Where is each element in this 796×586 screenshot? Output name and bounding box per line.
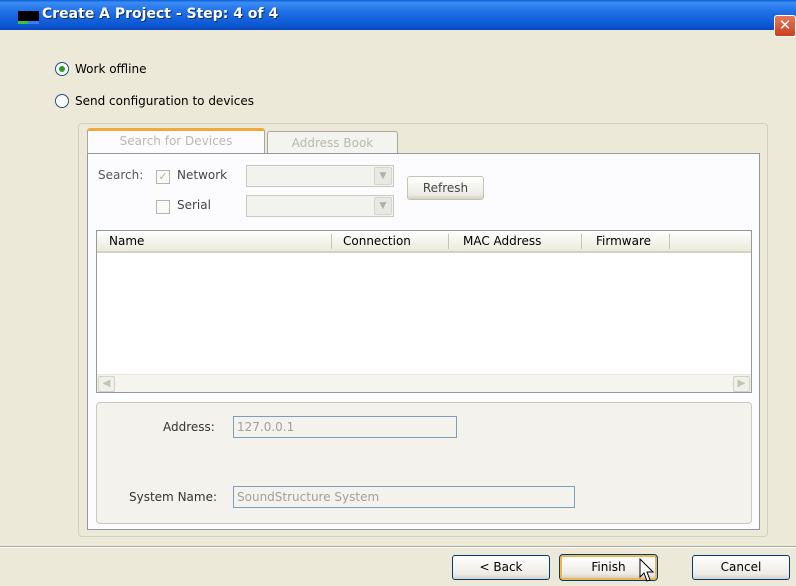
work-offline-option[interactable]: Work offline <box>55 62 146 76</box>
network-combo[interactable]: ▼ <box>246 165 394 187</box>
app-icon <box>18 11 39 24</box>
serial-combo[interactable]: ▼ <box>246 195 394 217</box>
serial-label: Serial <box>177 198 211 212</box>
horizontal-scrollbar[interactable]: ◀ ▶ <box>97 374 751 392</box>
serial-checkbox[interactable] <box>156 200 170 214</box>
network-label: Network <box>177 168 228 182</box>
column-mac-address[interactable]: MAC Address <box>463 234 541 248</box>
refresh-button[interactable]: Refresh <box>407 176 484 200</box>
tab-search-for-devices[interactable]: Search for Devices <box>87 128 265 153</box>
back-button[interactable]: < Back <box>452 555 550 580</box>
network-checkbox[interactable]: ✓ <box>156 170 170 184</box>
tab-address-book[interactable]: Address Book <box>267 131 398 153</box>
address-label: Address: <box>163 420 215 434</box>
scroll-left-icon[interactable]: ◀ <box>98 376 115 392</box>
address-field[interactable]: 127.0.0.1 <box>233 416 457 438</box>
column-name[interactable]: Name <box>109 234 144 248</box>
scroll-right-icon[interactable]: ▶ <box>733 376 750 392</box>
footer-divider <box>0 546 796 548</box>
window-title: Create A Project - Step: 4 of 4 <box>42 6 279 22</box>
chevron-down-icon: ▼ <box>374 167 392 185</box>
device-list[interactable]: Name Connection MAC Address Firmware ◀ ▶ <box>96 230 752 393</box>
close-button[interactable]: ✕ <box>774 15 796 37</box>
system-name-field[interactable]: SoundStructure System <box>233 486 575 508</box>
send-config-option[interactable]: Send configuration to devices <box>55 94 254 108</box>
column-connection[interactable]: Connection <box>343 234 411 248</box>
cancel-button[interactable]: Cancel <box>692 555 790 580</box>
radio-selected-icon[interactable] <box>55 62 69 76</box>
system-name-label: System Name: <box>129 490 218 504</box>
chevron-down-icon: ▼ <box>374 197 392 215</box>
device-list-header: Name Connection MAC Address Firmware <box>97 231 751 253</box>
work-offline-label: Work offline <box>75 62 147 76</box>
radio-unselected-icon[interactable] <box>55 94 69 108</box>
search-label: Search: <box>98 168 144 182</box>
send-config-label: Send configuration to devices <box>75 94 254 108</box>
title-bar: Create A Project - Step: 4 of 4 <box>0 0 796 30</box>
mouse-pointer-icon <box>639 558 655 582</box>
column-firmware[interactable]: Firmware <box>596 234 651 248</box>
